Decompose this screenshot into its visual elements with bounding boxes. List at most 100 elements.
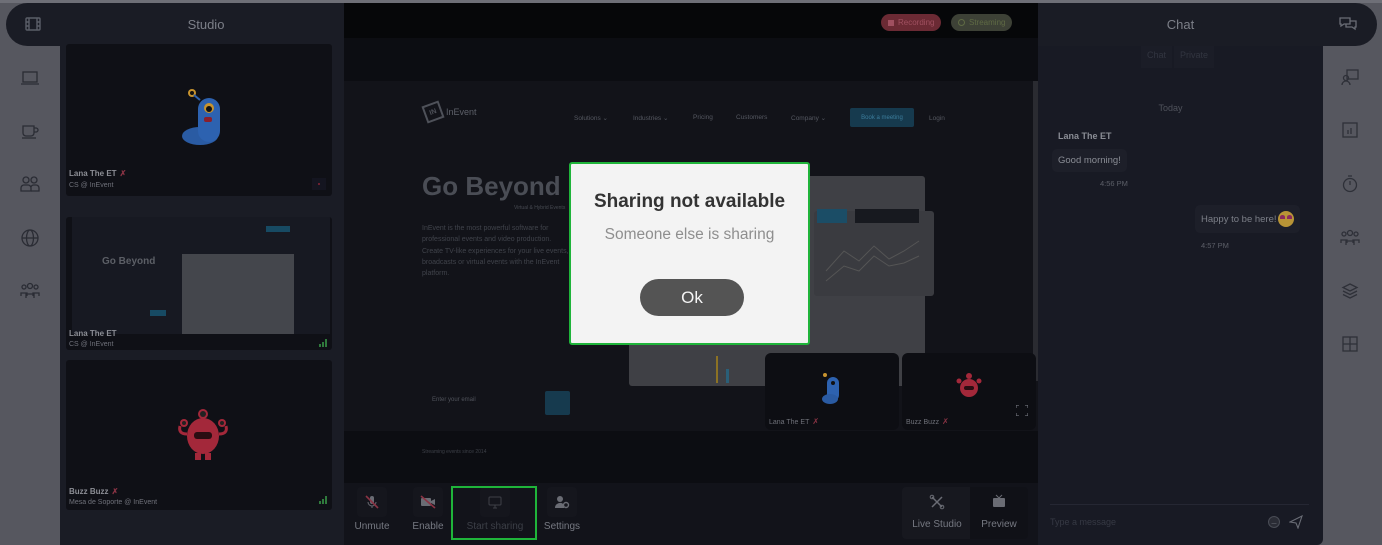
camera-tile[interactable]: Lana The ET ✗ (765, 353, 899, 430)
layers-icon[interactable] (1340, 281, 1360, 301)
hero-subtitle: Virtual & Hybrid Events (514, 205, 566, 211)
thumb-hero-title: Go Beyond (102, 256, 156, 267)
right-control-group: Live Studio Preview (902, 487, 1028, 539)
site-cta: Book a meeting (850, 108, 914, 127)
message-sender: Lana The ET (1058, 131, 1112, 141)
control-bar: Unmute Enable Start sharing Settings Liv… (344, 483, 1038, 545)
mic-muted-icon: ✗ (812, 417, 820, 426)
camera-tile[interactable]: Buzz Buzz ✗ (902, 353, 1036, 430)
tab-private[interactable]: Private (1174, 46, 1215, 68)
site-logo: IN InEvent (421, 100, 477, 124)
chat-header: Chat (1038, 3, 1377, 46)
record-icon (888, 19, 894, 26)
recording-badge[interactable]: Recording (881, 14, 942, 31)
chat-icon[interactable] (1338, 15, 1358, 38)
mock-tile (817, 209, 847, 223)
participant-role: CS @ InEvent (69, 341, 114, 348)
participant-tile[interactable]: Lana The ET ✗ CS @ InEvent (66, 44, 332, 196)
laptop-icon[interactable] (18, 66, 42, 90)
settings-button[interactable]: Settings (537, 487, 587, 539)
users-icon[interactable] (18, 172, 42, 196)
participant-name: Lana The ET (69, 329, 117, 338)
preview-button[interactable]: Preview (972, 487, 1026, 539)
message-text: Happy to be here! (1201, 213, 1277, 225)
tools-icon (929, 494, 945, 510)
chat-message-input[interactable] (1050, 512, 1250, 532)
site-nav-industries: Industries ⌄ (633, 115, 669, 122)
message-time: 4:56 PM (1100, 179, 1128, 188)
thumb-button (150, 310, 166, 316)
hero-title: Go Beyond (422, 171, 561, 201)
coffee-icon[interactable] (18, 118, 42, 142)
chat-divider (1050, 504, 1309, 505)
studio-header: Studio (6, 3, 344, 46)
tv-icon (993, 494, 1005, 507)
message-bubble-own: Happy to be here! (1195, 205, 1300, 233)
participant-tile-screen[interactable]: Go Beyond Lana The ET CS @ InEvent (66, 217, 332, 350)
message-time: 4:57 PM (1201, 241, 1229, 250)
camera-name: Buzz Buzz (906, 419, 940, 426)
globe-icon[interactable] (18, 226, 42, 250)
timer-icon[interactable] (1340, 174, 1360, 194)
thumb-cta (266, 226, 290, 232)
participant-name: Buzz Buzz (69, 487, 109, 496)
message-bubble: Good morning! (1052, 149, 1127, 172)
group-icon[interactable] (18, 279, 42, 303)
site-nav-pricing: Pricing (693, 114, 713, 121)
participant-tile[interactable]: Buzz Buzz ✗ Mesa de Soporte @ InEvent (66, 360, 332, 510)
start-sharing-highlight (451, 486, 537, 540)
alien-avatar (182, 89, 220, 145)
live-studio-button[interactable]: Live Studio (908, 487, 966, 539)
hero-email: Enter your email (432, 397, 476, 403)
sharing-unavailable-dialog: Sharing not available Someone else is sh… (569, 162, 810, 345)
dialog-message: Someone else is sharing (604, 226, 775, 243)
star-struck-emoji-icon (1277, 211, 1294, 227)
enable-camera-button[interactable]: Enable (403, 487, 453, 539)
mock-bar (726, 369, 729, 383)
signal-strength-icon (319, 339, 327, 347)
mic-muted-icon: ✗ (942, 417, 949, 426)
unmute-button[interactable]: Unmute (347, 487, 397, 539)
mock-tile (855, 209, 919, 223)
poll-icon[interactable] (1340, 120, 1360, 140)
hero-since: Streaming events since 2014 (422, 449, 487, 455)
layout-icon[interactable] (1340, 334, 1360, 354)
emoji-picker-icon[interactable] (1267, 515, 1281, 529)
signal-indicator (312, 178, 326, 190)
monster-avatar (956, 373, 982, 397)
stream-icon (958, 19, 965, 26)
participant-role: CS @ InEvent (69, 182, 114, 189)
chart-mockup (814, 211, 934, 296)
participant-role: Mesa de Soporte @ InEvent (69, 499, 158, 506)
fullscreen-icon[interactable] (1016, 405, 1028, 416)
mic-muted-icon: ✗ (119, 169, 127, 178)
hero-button (545, 391, 570, 415)
chat-panel (1038, 3, 1323, 545)
inevent-logo-icon: IN (421, 100, 445, 124)
presenter-icon[interactable] (1340, 67, 1360, 87)
site-nav-company: Company ⌄ (791, 115, 827, 122)
streaming-badge[interactable]: Streaming (951, 14, 1013, 31)
site-nav-customers: Customers (736, 114, 768, 121)
screen-thumbnail: Go Beyond (72, 217, 330, 334)
ok-button[interactable]: Ok (640, 279, 744, 316)
attendees-icon[interactable] (1340, 228, 1360, 248)
mic-muted-icon: ✗ (111, 487, 119, 496)
thumb-dashboard (182, 254, 294, 334)
mock-bar (716, 356, 718, 383)
camera-off-icon (420, 495, 436, 509)
signal-strength-icon (319, 496, 327, 504)
tab-chat[interactable]: Chat (1141, 46, 1173, 68)
user-settings-icon (555, 496, 570, 509)
site-login: Login (929, 115, 945, 122)
chat-title: Chat (1166, 17, 1195, 32)
chart-lines (825, 240, 920, 282)
alien-avatar (822, 373, 839, 404)
mic-off-icon (365, 495, 379, 509)
camera-name: Lana The ET (769, 419, 810, 426)
send-icon[interactable] (1289, 515, 1303, 529)
dialog-title: Sharing not available (593, 191, 786, 212)
hero-body: InEvent is the most powerful software fo… (422, 225, 569, 278)
participant-name: Lana The ET (69, 169, 117, 178)
left-rail (0, 0, 60, 545)
